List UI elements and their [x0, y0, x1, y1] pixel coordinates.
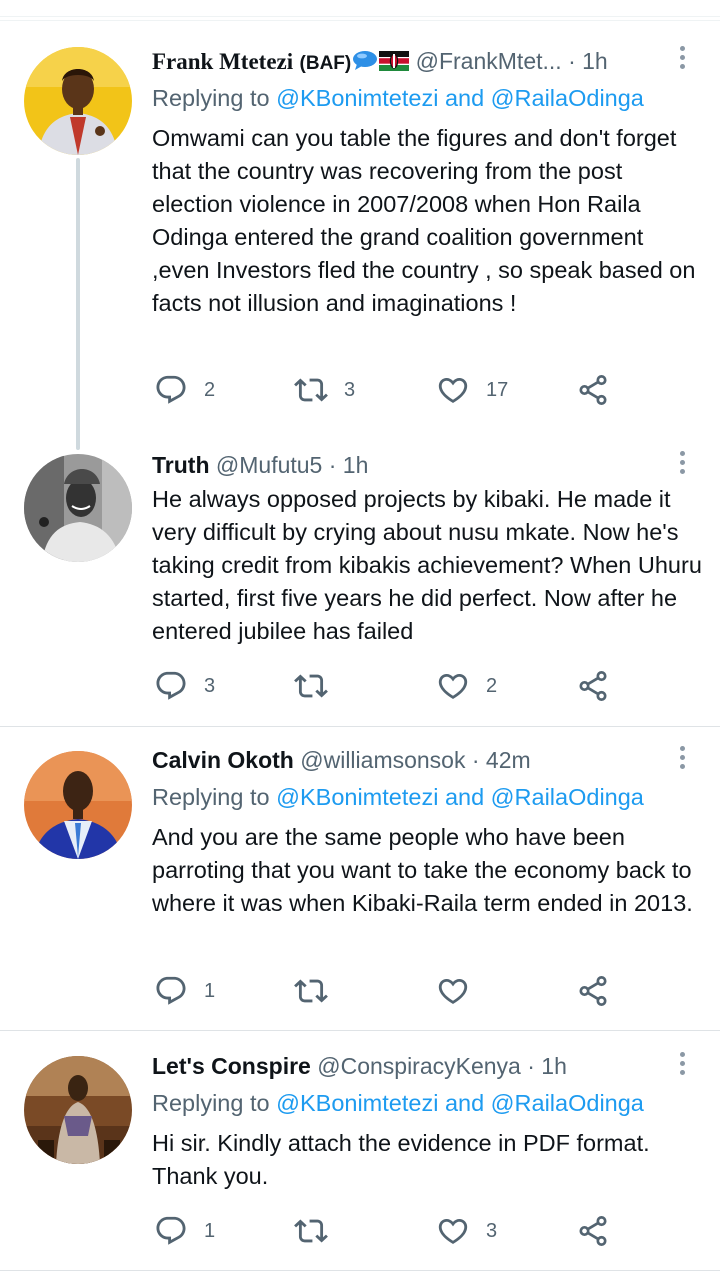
- reply-icon: [154, 1214, 188, 1248]
- reply-button[interactable]: 1: [154, 1211, 215, 1251]
- tweet-text: Hi sir. Kindly attach the evidence in PD…: [152, 1130, 650, 1189]
- tweet-actions: 1 3: [152, 1211, 622, 1251]
- replying-to-prefix: Replying to: [152, 1090, 277, 1116]
- avatar-lets-conspire[interactable]: [24, 1056, 132, 1164]
- heart-icon: [436, 1214, 470, 1248]
- share-button[interactable]: [576, 1211, 610, 1251]
- replying-to-mentions[interactable]: @KBonimtetezi and @RailaOdinga: [276, 1090, 644, 1116]
- retweet-button[interactable]: [294, 1211, 344, 1251]
- reply-count: 1: [204, 1219, 216, 1242]
- share-icon: [576, 1214, 610, 1248]
- tweet-time[interactable]: · 1h: [527, 1053, 567, 1079]
- author-name[interactable]: Let's Conspire: [152, 1053, 311, 1079]
- tweet-header: Let's Conspire @ConspiracyKenya · 1h: [152, 1050, 676, 1082]
- author-handle[interactable]: @ConspiracyKenya: [317, 1053, 521, 1079]
- retweet-icon: [294, 1214, 328, 1248]
- tweet-divider: [0, 1270, 720, 1271]
- like-button[interactable]: 3: [436, 1211, 497, 1251]
- replying-to: Replying to @KBonimtetezi and @RailaOdin…: [152, 1087, 644, 1119]
- like-count: 3: [486, 1219, 498, 1242]
- more-vertical-icon[interactable]: [678, 1052, 686, 1080]
- tweet-lets-conspire[interactable]: Let's Conspire @ConspiracyKenya · 1h Rep…: [0, 0, 720, 1284]
